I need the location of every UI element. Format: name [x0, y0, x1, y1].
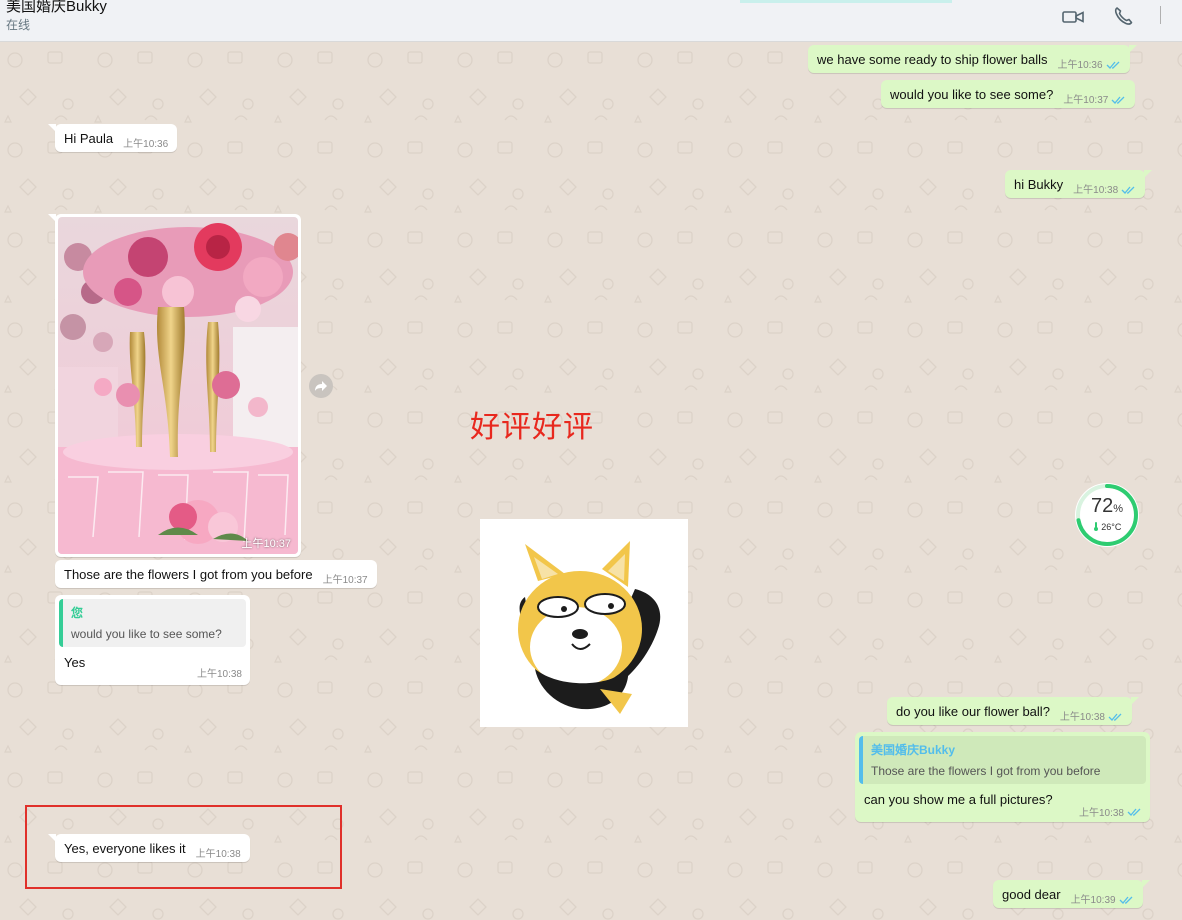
message-incoming[interactable]: Those are the flowers I got from you bef… — [55, 560, 377, 588]
double-check-icon — [1121, 186, 1135, 194]
message-text: Hi Paula — [64, 131, 114, 146]
contact-status: 在线 — [6, 18, 31, 32]
message-outgoing[interactable]: we have some ready to ship flower balls 上… — [808, 45, 1137, 73]
message-text: would you like to see some? — [890, 87, 1054, 102]
quoted-text: Those are the flowers I got from you bef… — [871, 764, 1101, 778]
doge-sticker — [518, 541, 661, 714]
message-outgoing[interactable]: good dear 上午10:39 — [993, 880, 1150, 908]
message-outgoing[interactable]: hi Bukky 上午10:38 — [1005, 170, 1153, 198]
quoted-sender: 您 — [71, 606, 84, 620]
flower-photo[interactable] — [58, 217, 298, 554]
message-time: 上午10:38 — [1078, 808, 1124, 819]
double-check-icon — [1119, 896, 1133, 904]
message-time: 上午10:37 — [322, 575, 368, 586]
chat-area[interactable]: we have some ready to ship flower balls 上… — [0, 42, 1182, 920]
header-accent-strip — [740, 0, 952, 3]
phone-call-icon[interactable] — [1112, 5, 1134, 27]
image-time: 上午10:37 — [241, 538, 291, 550]
double-check-icon — [1127, 808, 1141, 816]
message-text: Those are the flowers I got from you bef… — [64, 567, 313, 582]
message-text: we have some ready to ship flower balls — [817, 52, 1048, 67]
forward-arrow-icon — [315, 381, 327, 391]
flower-photo-illustration — [58, 217, 298, 554]
header-separator — [1160, 6, 1161, 24]
thermometer-icon — [1093, 522, 1098, 531]
quoted-sender: 美国婚庆Bukky — [871, 743, 956, 757]
message-text: Yes — [64, 655, 86, 670]
message-outgoing[interactable]: would you like to see some? 上午10:37 — [881, 80, 1136, 108]
message-incoming[interactable]: Hi Paula 上午10:36 — [47, 124, 178, 152]
message-text: do you like our flower ball? — [896, 704, 1050, 719]
double-check-icon — [1108, 713, 1122, 721]
quoted-text: would you like to see some? — [71, 627, 222, 641]
chat-header: 美国婚庆Bukky 在线 — [0, 0, 1182, 42]
message-time: 上午10:39 — [1070, 895, 1116, 906]
double-check-icon — [1111, 96, 1125, 104]
message-incoming-reply[interactable]: 您 would you like to see some? Yes 上午10:3… — [55, 595, 250, 685]
message-time: 上午10:38 — [1073, 185, 1119, 196]
red-highlight-box — [25, 805, 342, 889]
message-outgoing[interactable]: do you like our flower ball? 上午10:38 — [887, 697, 1139, 725]
message-time: 上午10:36 — [123, 139, 169, 150]
gauge-temperature: 26°C — [1074, 522, 1140, 532]
contact-name[interactable]: 美国婚庆Bukky — [6, 0, 107, 16]
double-check-icon — [1106, 61, 1120, 69]
performance-gauge[interactable]: 72% 26°C — [1074, 482, 1140, 548]
message-time: 上午10:38 — [196, 669, 242, 680]
message-text: good dear — [1002, 887, 1061, 902]
gauge-percent: 72% — [1090, 495, 1124, 517]
forward-button[interactable] — [309, 374, 333, 398]
message-time: 上午10:38 — [1059, 712, 1105, 723]
image-message[interactable]: 上午10:37 — [48, 214, 301, 557]
sticker-message[interactable] — [480, 519, 688, 727]
quoted-message[interactable]: 您 would you like to see some? — [59, 599, 246, 647]
message-text: hi Bukky — [1014, 177, 1064, 192]
message-meta: 上午10:38 — [1069, 804, 1142, 819]
message-text: can you show me a full pictures? — [864, 792, 1053, 807]
message-outgoing-reply[interactable]: 美国婚庆Bukky Those are the flowers I got fr… — [855, 732, 1150, 822]
quoted-message[interactable]: 美国婚庆Bukky Those are the flowers I got fr… — [859, 736, 1146, 784]
review-overlay-text: 好评好评 — [470, 410, 594, 445]
message-time: 上午10:36 — [1057, 60, 1103, 71]
video-call-icon[interactable] — [1062, 5, 1084, 27]
message-time: 上午10:37 — [1063, 95, 1109, 106]
